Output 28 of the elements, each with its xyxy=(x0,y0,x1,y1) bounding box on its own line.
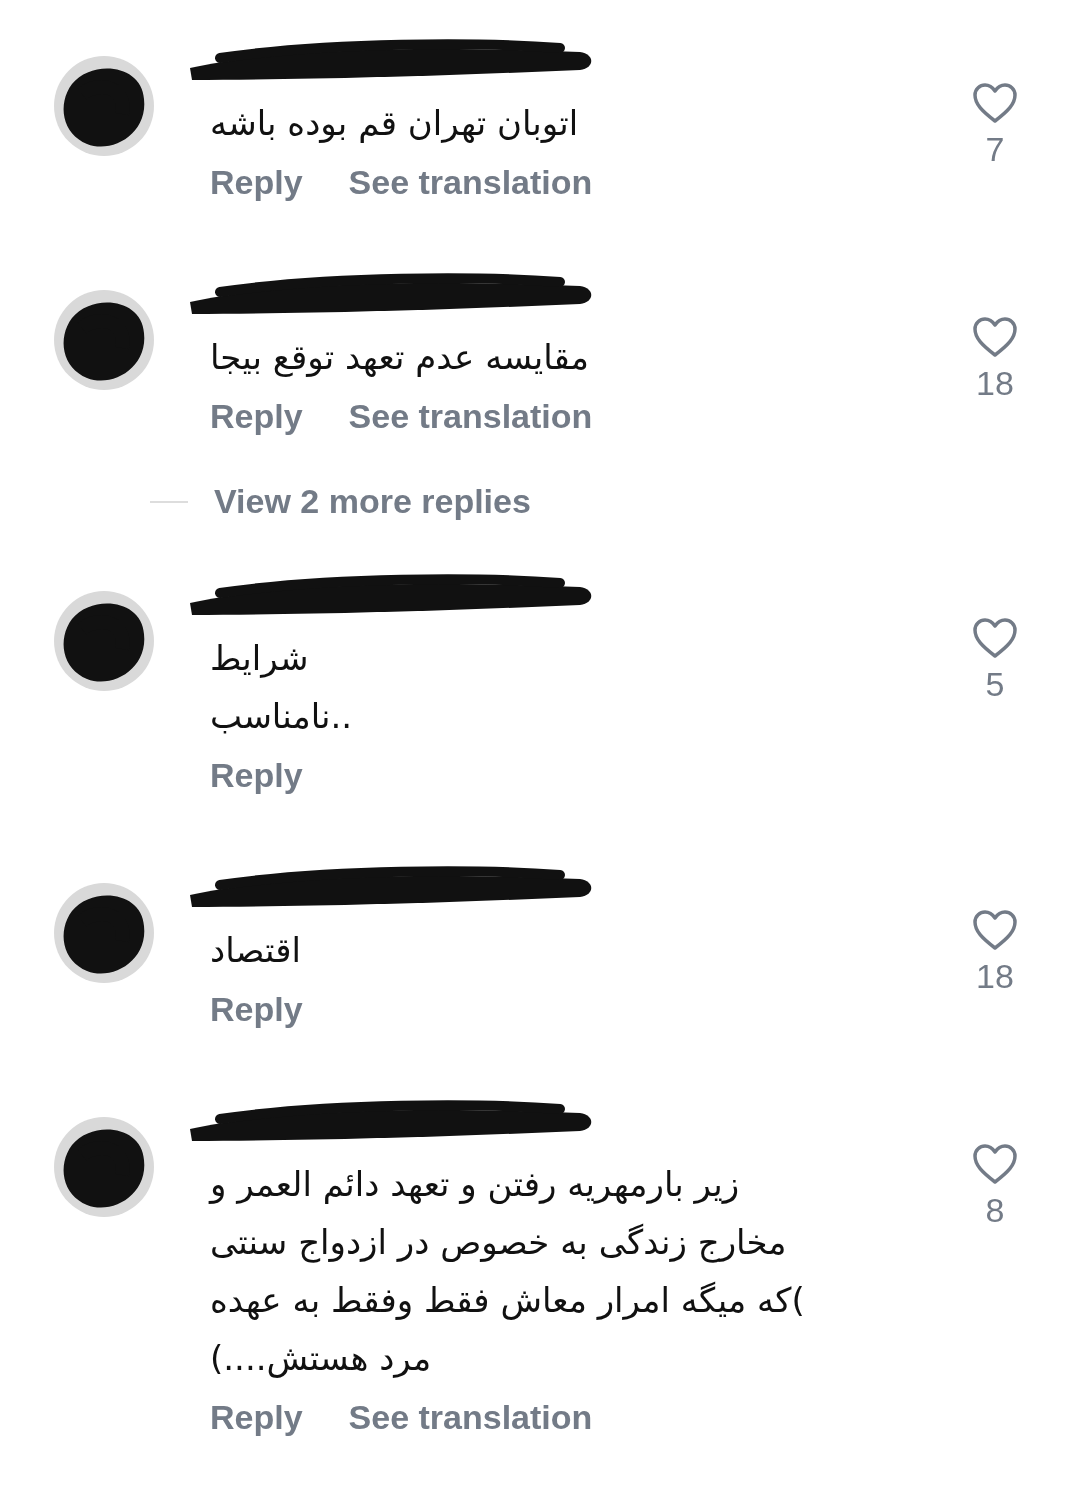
like-count: 7 xyxy=(985,130,1005,169)
comment-text: مرد هستش....) xyxy=(210,1337,432,1380)
comment-text: ..نامناسب xyxy=(210,695,353,738)
view-replies-link[interactable]: View 2 more replies xyxy=(214,482,531,521)
comment-text: )که میگه امرار معاش فقط وفقط به عهده xyxy=(210,1279,805,1322)
reply-link[interactable]: Reply xyxy=(210,1389,303,1445)
heart-icon[interactable] xyxy=(972,909,1018,951)
comment-text: زیر بارمهریه رفتن و تعهد دائم العمر و xyxy=(210,1163,740,1206)
heart-icon[interactable] xyxy=(972,1143,1018,1185)
reply-link[interactable]: Reply xyxy=(210,154,303,210)
like-count: 18 xyxy=(976,364,1014,403)
translation-link[interactable]: See translation xyxy=(348,1389,593,1445)
comment-text: مقایسه عدم تعهد توقع بیجا xyxy=(210,336,589,379)
heart-icon[interactable] xyxy=(972,316,1018,358)
comment-text: شرایط xyxy=(210,637,309,680)
comment-text: اتوبان تهران قم بوده باشه xyxy=(210,102,579,145)
heart-icon[interactable] xyxy=(972,617,1018,659)
comment-text: اقتصاد xyxy=(210,929,301,972)
like-count: 18 xyxy=(976,957,1014,996)
reply-link[interactable]: Reply xyxy=(210,981,303,1037)
translation-link[interactable]: See translation xyxy=(348,388,593,444)
like-count: 8 xyxy=(985,1191,1005,1230)
reply-link[interactable]: Reply xyxy=(210,747,303,803)
translation-link[interactable]: See translation xyxy=(348,154,593,210)
comment-text: مخارج زندگی به خصوص در ازدواج سنتی xyxy=(210,1221,787,1265)
heart-icon[interactable] xyxy=(972,82,1018,124)
like-count: 5 xyxy=(985,665,1005,704)
reply-link[interactable]: Reply xyxy=(210,388,303,444)
